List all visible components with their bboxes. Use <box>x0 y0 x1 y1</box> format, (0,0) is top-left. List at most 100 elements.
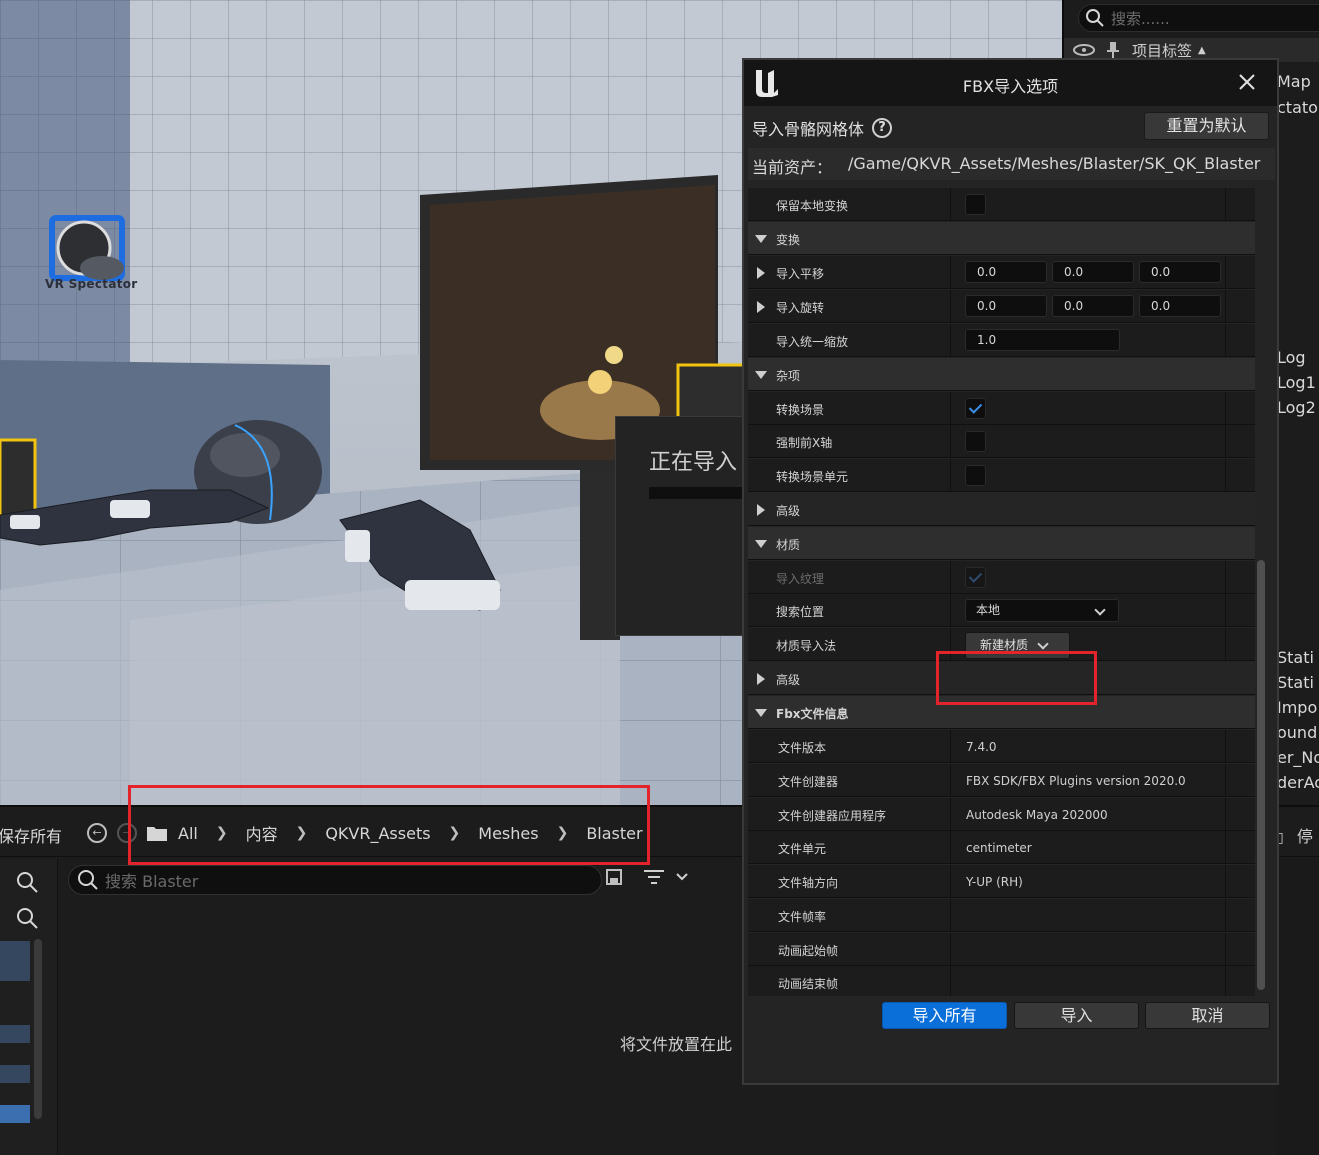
rotation-z-field[interactable]: 0.0 <box>1139 295 1221 317</box>
folder-tree-item[interactable] <box>0 1105 30 1123</box>
outliner-item[interactable]: Map <box>1277 72 1311 91</box>
import-type-label: 导入骨骼网格体 <box>752 120 865 139</box>
info-value: Autodesk Maya 202000 <box>966 808 1108 822</box>
option-label: 强制前X轴 <box>776 436 833 450</box>
outliner-item[interactable]: Log2 <box>1277 398 1316 417</box>
info-value: 7.4.0 <box>966 740 997 754</box>
keep-local-transform-checkbox[interactable] <box>965 194 986 215</box>
option-label: 导入平移 <box>776 267 825 281</box>
import-options-list: 保留本地变换 变换 导入平移 0.0 0.0 0.0 导入旋转 0.0 0.0 … <box>748 188 1255 996</box>
dialog-titlebar[interactable]: FBX导入选项 <box>744 60 1277 106</box>
category-label: 杂项 <box>776 369 801 383</box>
outliner-item[interactable]: ctato <box>1277 98 1318 117</box>
option-label: 材质导入法 <box>776 639 837 653</box>
category-label: Fbx文件信息 <box>776 707 849 721</box>
save-search-icon[interactable] <box>606 869 622 885</box>
option-label: 导入统一缩放 <box>776 335 849 349</box>
search-icon <box>78 870 98 890</box>
search-icon[interactable] <box>14 905 40 931</box>
expand-arrow-icon[interactable] <box>755 235 767 243</box>
translation-y-field[interactable]: 0.0 <box>1052 261 1134 283</box>
info-value: centimeter <box>966 841 1032 855</box>
collapse-arrow-icon[interactable] <box>757 301 765 313</box>
option-label: 导入旋转 <box>776 301 825 315</box>
save-all-button[interactable]: 保存所有 <box>0 823 62 847</box>
translation-x-field[interactable]: 0.0 <box>965 261 1047 283</box>
import-button[interactable]: 导入 <box>1014 1002 1139 1029</box>
current-asset-path: /Game/QKVR_Assets/Meshes/Blaster/SK_QK_B… <box>848 154 1261 173</box>
expand-arrow-icon[interactable] <box>755 540 767 548</box>
chevron-down-icon <box>1037 638 1049 650</box>
option-label: 搜索位置 <box>776 605 825 619</box>
outliner-item[interactable]: Stati <box>1277 648 1314 667</box>
option-label: 转换场景 <box>776 403 825 417</box>
breadcrumb-highlight-box <box>128 785 650 865</box>
info-row-anim-end: 动画结束帧 <box>748 966 1255 996</box>
pin-icon[interactable] <box>1106 42 1120 58</box>
category-transform[interactable]: 变换 <box>748 222 1255 255</box>
option-label: 文件帧率 <box>778 910 827 924</box>
category-advanced[interactable]: 高级 <box>748 493 1255 526</box>
option-row-import-translation: 导入平移 0.0 0.0 0.0 <box>748 256 1255 289</box>
option-label: 文件版本 <box>778 741 827 755</box>
folder-tree-item[interactable] <box>0 1065 30 1083</box>
sort-arrow-icon[interactable]: ▲ <box>1198 45 1206 56</box>
outliner-item[interactable]: derAc <box>1277 773 1319 792</box>
eye-icon[interactable] <box>1072 43 1096 57</box>
category-label: 变换 <box>776 233 801 247</box>
category-label: 材质 <box>776 538 801 552</box>
rotation-y-field[interactable]: 0.0 <box>1052 295 1134 317</box>
search-icon[interactable] <box>14 869 40 895</box>
option-row-search-location: 搜索位置 本地 <box>748 594 1255 627</box>
sources-panel <box>0 859 58 1155</box>
info-value: FBX SDK/FBX Plugins version 2020.0 <box>966 774 1186 788</box>
details-panel-edge <box>1276 859 1319 1155</box>
options-scrollbar[interactable] <box>1257 560 1265 990</box>
asset-search-input[interactable]: 搜索 Blaster <box>68 865 602 895</box>
chevron-down-icon[interactable] <box>676 872 688 882</box>
chevron-down-icon <box>1094 604 1106 616</box>
collapse-arrow-icon[interactable] <box>757 504 765 516</box>
import-textures-checkbox <box>965 567 986 588</box>
outliner-item[interactable]: Log <box>1277 348 1306 367</box>
force-front-x-checkbox[interactable] <box>965 431 986 452</box>
vr-spectator-label: VR Spectator <box>45 277 138 291</box>
importing-text: 正在导入 <box>649 450 738 475</box>
expand-arrow-icon[interactable] <box>755 371 767 379</box>
reset-to-default-button[interactable]: 重置为默认 <box>1144 112 1269 140</box>
outliner-item[interactable]: ound <box>1277 723 1317 742</box>
current-asset-bar: 当前资产： /Game/QKVR_Assets/Meshes/Blaster/S… <box>748 148 1275 180</box>
close-icon[interactable] <box>1236 71 1258 93</box>
fbx-import-dialog: FBX导入选项 导入骨骼网格体 ? 重置为默认 当前资产： /Game/QKVR… <box>742 58 1279 1085</box>
filter-icon[interactable] <box>644 869 666 885</box>
uniform-scale-field[interactable]: 1.0 <box>965 329 1120 351</box>
stop-button[interactable]: ▯ 停 <box>1276 823 1313 847</box>
outliner-item[interactable]: Stati <box>1277 673 1314 692</box>
back-icon[interactable]: ← <box>87 823 107 843</box>
dialog-subheader: 导入骨骼网格体 ? 重置为默认 <box>744 108 1277 146</box>
collapse-arrow-icon[interactable] <box>757 267 765 279</box>
rotation-x-field[interactable]: 0.0 <box>965 295 1047 317</box>
expand-arrow-icon[interactable] <box>755 709 767 717</box>
category-misc[interactable]: 杂项 <box>748 358 1255 391</box>
folder-tree-item[interactable] <box>0 1025 30 1043</box>
outliner-search-input[interactable]: 搜索...... <box>1078 4 1319 32</box>
outliner-item[interactable]: Impo <box>1277 698 1317 717</box>
category-label: 高级 <box>776 673 801 687</box>
outliner-item[interactable]: er_No <box>1277 748 1319 767</box>
folder-tree-item[interactable] <box>0 941 30 981</box>
option-row-uniform-scale: 导入统一缩放 1.0 <box>748 324 1255 357</box>
help-icon[interactable]: ? <box>872 118 893 138</box>
translation-z-field[interactable]: 0.0 <box>1139 261 1221 283</box>
category-material[interactable]: 材质 <box>748 527 1255 560</box>
option-row-force-front-x: 强制前X轴 <box>748 425 1255 458</box>
search-location-dropdown[interactable]: 本地 <box>965 599 1119 622</box>
import-all-button[interactable]: 导入所有 <box>882 1002 1007 1029</box>
convert-scene-unit-checkbox[interactable] <box>965 465 986 486</box>
convert-scene-checkbox[interactable] <box>965 398 986 419</box>
outliner-item[interactable]: Log1 <box>1277 373 1316 392</box>
info-row-file-framerate: 文件帧率 <box>748 899 1255 932</box>
sources-scrollbar[interactable] <box>34 939 42 1119</box>
cancel-button[interactable]: 取消 <box>1145 1002 1270 1029</box>
collapse-arrow-icon[interactable] <box>757 673 765 685</box>
